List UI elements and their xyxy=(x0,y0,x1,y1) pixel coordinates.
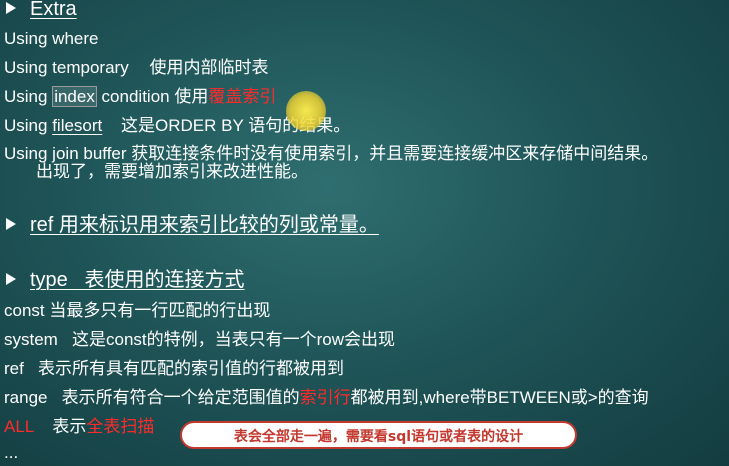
type-const: const 当最多只有一行匹配的行出现 xyxy=(4,301,271,320)
annotation-callout: 表会全部走一遍，需要看sql语句或者表的设计 xyxy=(180,421,577,449)
all-label: ALL xyxy=(4,417,34,436)
all-pre: 表示 xyxy=(52,417,87,436)
bullet-triangle-icon xyxy=(6,2,16,14)
type-system: system 这是const的特例，当表只有一个row会出现 xyxy=(4,330,396,349)
extra-using-where: Using where xyxy=(4,29,99,48)
extra-using-index-condition: Using index condition 使用覆盖索引 xyxy=(4,86,277,107)
range-pre: range 表示所有符合一个给定范围值的 xyxy=(4,388,300,407)
using-temporary-label: Using temporary xyxy=(4,58,129,77)
using-temporary-desc: 使用内部临时表 xyxy=(149,58,269,77)
extra-heading: Extra xyxy=(6,0,77,21)
type-ref: ref 表示所有具有匹配的索引值的行都被用到 xyxy=(4,359,345,378)
index-rows-red-text: 索引行 xyxy=(299,388,351,407)
type-range: range 表示所有符合一个给定范围值的索引行都被用到,where带BETWEE… xyxy=(4,388,649,408)
extra-using-filesort: Using filesort 这是ORDER BY 语句的结果。 xyxy=(4,116,350,136)
using-filesort-desc: 这是ORDER BY 语句的结果。 xyxy=(121,116,351,135)
extra-using-join-buffer: Using join buffer 获取连接条件时没有使用索引，并且需要连接缓冲… xyxy=(4,145,658,181)
range-post: 都被用到,where带BETWEEN或>的查询 xyxy=(350,388,649,407)
bullet-triangle-icon xyxy=(6,218,16,230)
using-index-post: condition 使用 xyxy=(96,87,209,106)
type-all: ALL 表示全表扫描 xyxy=(4,417,154,437)
using-index-pre: Using xyxy=(4,87,53,106)
join-buffer-line1: Using join buffer 获取连接条件时没有使用索引，并且需要连接缓冲… xyxy=(4,144,659,163)
bullet-triangle-icon xyxy=(6,273,16,285)
type-heading: type 表使用的连接方式 xyxy=(6,268,244,292)
covering-index-red-text: 覆盖索引 xyxy=(208,87,277,106)
type-more-ellipsis: ... xyxy=(4,443,19,462)
join-buffer-line2: 出现了，需要增加索引来改进性能。 xyxy=(36,162,308,181)
ref-heading: ref 用来标识用来索引比较的列或常量。 xyxy=(6,213,379,237)
index-highlight-box: index xyxy=(52,86,97,107)
using-filesort-pre: Using xyxy=(4,116,53,135)
full-table-scan-red-text: 全表扫描 xyxy=(86,417,155,436)
filesort-link[interactable]: filesort xyxy=(52,116,102,135)
extra-using-temporary: Using temporary 使用内部临时表 xyxy=(4,58,268,78)
